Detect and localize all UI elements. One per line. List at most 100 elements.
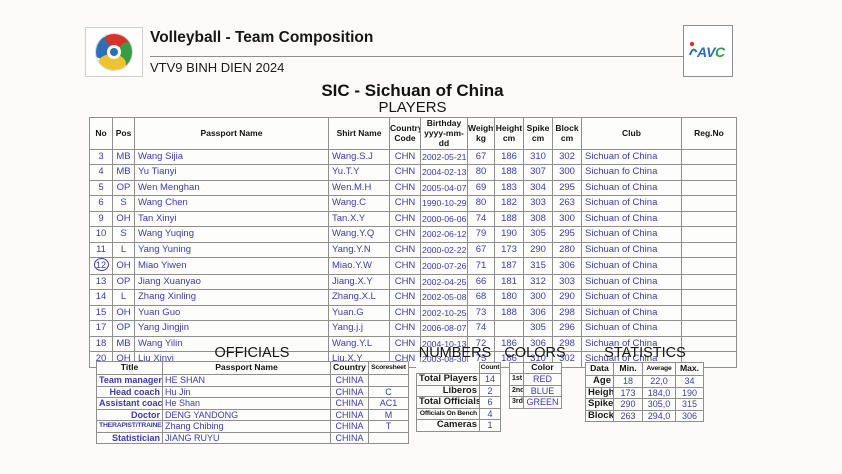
column-header: Passport Name (135, 118, 329, 150)
table-cell: 186 (495, 149, 524, 165)
table-cell: AC1 (369, 398, 409, 410)
table-cell: Sichuan of China (582, 211, 682, 227)
table-cell: 69 (468, 180, 495, 196)
table-cell: CHN (390, 180, 421, 196)
table-cell: CHN (390, 196, 421, 212)
table-cell: 2006-08-07 (421, 321, 468, 337)
table-cell: Statistician (97, 432, 163, 444)
page-title: Volleyball - Team Composition (150, 29, 373, 47)
players-section-title: PLAYERS (89, 99, 736, 116)
table-cell: S (113, 196, 135, 212)
table-cell: 6 (480, 397, 501, 409)
table-cell: 298 (553, 305, 582, 321)
table-cell: Sichuan of China (582, 274, 682, 290)
column-header: Country Code (390, 118, 421, 150)
table-cell: 188 (495, 305, 524, 321)
table-row: Spike290305,0315 (586, 399, 704, 411)
table-cell: RED (524, 374, 562, 386)
table-cell: 14 (90, 290, 113, 306)
table-cell: Total Officials (417, 397, 480, 409)
event-name: VTV9 BINH DIEN 2024 (150, 60, 284, 75)
table-cell: Cameras (417, 420, 480, 432)
table-cell: Jiang Xuanyao (135, 274, 329, 290)
header-row: Color (510, 363, 562, 374)
table-row: 9OHTan XinyiTan.X.YCHN2000-06-0674188308… (90, 211, 737, 227)
table-cell: BLUE (524, 385, 562, 397)
table-cell (682, 149, 737, 165)
table-cell: HE SHAN (163, 375, 331, 387)
table-cell: MB (113, 149, 135, 165)
table-row: 2ndBLUE (510, 385, 562, 397)
column-header: Pos (113, 118, 135, 150)
avc-logo: AV C (687, 39, 729, 63)
table-cell: 71 (468, 258, 495, 275)
table-cell: 187 (495, 258, 524, 275)
table-row: Age1822,034 (586, 376, 704, 388)
table-cell: Sichuan fo China (582, 165, 682, 181)
table-cell: 300 (524, 290, 553, 306)
table-cell: 280 (553, 242, 582, 258)
table-cell: 263 (553, 196, 582, 212)
table-cell: C (369, 386, 409, 398)
table-cell: 15 (90, 305, 113, 321)
table-cell: 184,0 (643, 387, 676, 399)
table-row: 11LYang YuningYang.Y.NCHN2000-02-2267173… (90, 242, 737, 258)
table-cell: 306 (524, 305, 553, 321)
column-header: Count (480, 363, 501, 374)
table-cell: Sichuan of China (582, 290, 682, 306)
table-cell: 22,0 (643, 376, 676, 388)
header-row: TitlePassport NameCountryScoresheet (97, 362, 409, 375)
table-cell: Height (586, 387, 614, 399)
table-row: 3MBWang SijiaWang.S.JCHN2002-05-21671863… (90, 149, 737, 165)
table-cell: CHINA (331, 398, 369, 410)
table-cell: 173 (495, 242, 524, 258)
table-cell: He Shan (163, 398, 331, 410)
header-divider (150, 56, 683, 57)
table-cell: 74 (468, 321, 495, 337)
table-cell: S (113, 227, 135, 243)
table-row: StatisticianJIANG RUYUCHINA (97, 432, 409, 444)
table-cell: 14 (480, 374, 501, 386)
volleyball-icon (93, 31, 135, 73)
table-cell: Yu Tianyi (135, 165, 329, 181)
table-cell: 305 (524, 321, 553, 337)
table-cell: 304 (524, 180, 553, 196)
table-cell: Yuan.G (329, 305, 390, 321)
table-cell: 183 (495, 180, 524, 196)
table-cell: 2004-02-13 (421, 165, 468, 181)
table-row: 5OPWen MenghanWen.M.HCHN2005-04-07691833… (90, 180, 737, 196)
table-cell: 303 (524, 196, 553, 212)
table-cell: 80 (468, 165, 495, 181)
table-cell: Total Players (417, 374, 480, 386)
table-cell: 67 (468, 242, 495, 258)
table-cell (682, 165, 737, 181)
table-cell: 5 (90, 180, 113, 196)
table-cell (682, 242, 737, 258)
column-header: Data (586, 363, 614, 376)
table-cell: 188 (495, 211, 524, 227)
table-cell: CHINA (331, 375, 369, 387)
table-cell: 190 (676, 387, 704, 399)
table-cell: 3 (90, 149, 113, 165)
numbers-section-title: NUMBERS (405, 345, 505, 361)
column-header: No (90, 118, 113, 150)
players-table: NoPosPassport NameShirt NameCountry Code… (89, 117, 737, 368)
table-cell: 302 (553, 149, 582, 165)
table-cell: Miao Yiwen (135, 258, 329, 275)
table-cell: 9 (90, 211, 113, 227)
table-row: Head coachHu JinCHINAC (97, 386, 409, 398)
table-cell: Doctor (97, 409, 163, 421)
table-cell: 67 (468, 149, 495, 165)
table-row: 3rdGREEN (510, 397, 562, 409)
table-cell: 1st (510, 374, 524, 386)
table-cell: Wang Yuqing (135, 227, 329, 243)
table-row: 4MBYu TianyiYu.T.YCHN2004-02-13801883073… (90, 165, 737, 181)
table-cell: 188 (495, 165, 524, 181)
table-cell: 182 (495, 196, 524, 212)
column-header: Weight kg (468, 118, 495, 150)
table-cell (682, 258, 737, 275)
table-cell: Sichuan of China (582, 149, 682, 165)
table-cell: 66 (468, 274, 495, 290)
table-cell: 310 (524, 149, 553, 165)
table-cell: 290 (553, 290, 582, 306)
